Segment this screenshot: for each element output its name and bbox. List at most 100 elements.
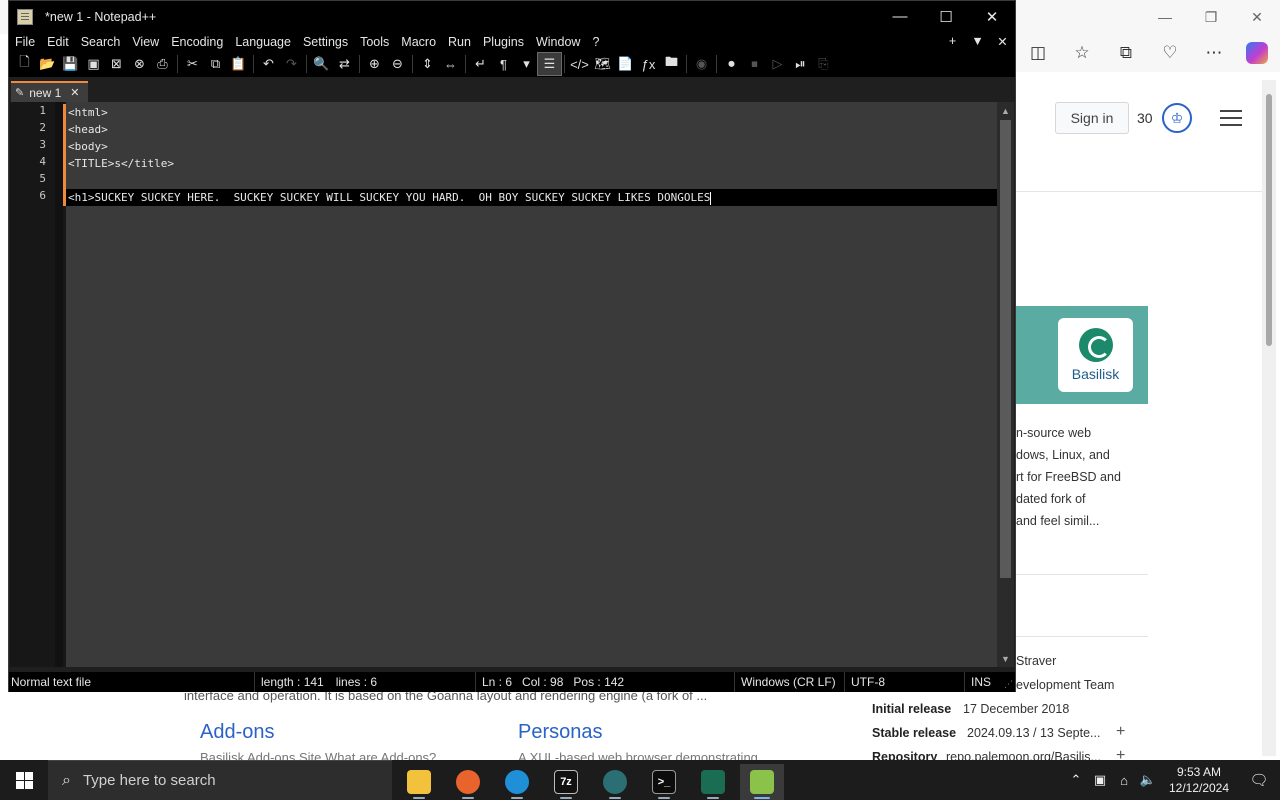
scrollbar-thumb[interactable]: [1266, 94, 1272, 346]
menu-settings[interactable]: Settings: [297, 35, 354, 49]
volume-icon[interactable]: 🔈: [1136, 772, 1160, 788]
paste-icon[interactable]: 📋: [227, 53, 250, 75]
browser-scrollbar[interactable]: [1262, 80, 1276, 756]
tray-app-icon[interactable]: ▣: [1088, 772, 1112, 788]
current-line[interactable]: <h1>SUCKEY SUCKEY HERE. SUCKEY SUCKEY WI…: [66, 189, 998, 206]
word-wrap-icon[interactable]: ↵: [469, 53, 492, 75]
stop-macro-icon[interactable]: ⏹: [743, 53, 766, 75]
chevron-up-icon[interactable]: ⌃: [1064, 772, 1088, 788]
vertical-scrollbar[interactable]: ▲ ▼: [997, 102, 1014, 667]
new-tab-plus-icon[interactable]: +: [940, 34, 965, 49]
command-prompt-icon[interactable]: >_: [642, 764, 686, 800]
notepad-plus-plus-taskbar-icon[interactable]: [740, 764, 784, 800]
close-all-icon[interactable]: ⊗: [128, 53, 151, 75]
new-file-icon[interactable]: 🗋: [13, 53, 36, 75]
tab-list-dropdown-icon[interactable]: ▼: [965, 34, 990, 49]
menu-language[interactable]: Language: [229, 35, 297, 49]
monitoring-icon[interactable]: ◉: [690, 53, 713, 75]
record-macro-icon[interactable]: ⏺: [720, 53, 743, 75]
menu-window[interactable]: Window: [530, 35, 586, 49]
menu-macro[interactable]: Macro: [395, 35, 442, 49]
taskbar-search[interactable]: ⌕ Type here to search: [48, 760, 392, 800]
close-icon[interactable]: ✕: [1234, 0, 1280, 34]
trophy-icon[interactable]: ♔: [1162, 103, 1192, 133]
code-line[interactable]: [66, 172, 998, 189]
fold-margin[interactable]: [55, 102, 63, 667]
personas-heading[interactable]: Personas: [518, 721, 603, 744]
status-encoding[interactable]: UTF-8: [844, 672, 964, 692]
browser-essentials-icon[interactable]: ♡: [1148, 34, 1192, 72]
print-icon[interactable]: ⎙: [151, 53, 174, 75]
menu-file[interactable]: File: [9, 35, 41, 49]
maximize-icon[interactable]: ☐: [923, 1, 969, 32]
hamburger-menu-icon[interactable]: [1220, 110, 1242, 131]
show-all-chars-icon[interactable]: ¶: [492, 53, 515, 75]
tab-new-1[interactable]: ✎ new 1 ✕: [11, 81, 88, 102]
firefox-icon[interactable]: [446, 764, 490, 800]
code-line[interactable]: <html>: [66, 104, 998, 121]
zoom-in-icon[interactable]: ⊕: [363, 53, 386, 75]
close-doc-icon[interactable]: ✕: [990, 34, 1015, 49]
close-file-icon[interactable]: ⊠: [105, 53, 128, 75]
code-line[interactable]: <body>: [66, 138, 998, 155]
close-tab-icon[interactable]: ✕: [70, 86, 79, 99]
sign-in-button[interactable]: Sign in: [1055, 102, 1129, 134]
save-icon[interactable]: 💾: [59, 53, 82, 75]
udl-icon[interactable]: </>: [568, 53, 591, 75]
split-screen-icon[interactable]: ◫: [1016, 34, 1060, 72]
network-icon[interactable]: ⌂: [1112, 773, 1136, 788]
save-macro-icon[interactable]: ⎘: [812, 53, 835, 75]
menu-view[interactable]: View: [126, 35, 165, 49]
code-line[interactable]: <head>: [66, 121, 998, 138]
undo-icon[interactable]: ↶: [257, 53, 280, 75]
run-macro-multiple-icon[interactable]: ⏯: [789, 53, 812, 75]
open-file-icon[interactable]: 📂: [36, 53, 59, 75]
favorites-star-icon[interactable]: ☆: [1060, 34, 1104, 72]
play-macro-icon[interactable]: ▷: [766, 53, 789, 75]
redo-icon[interactable]: ↷: [280, 53, 303, 75]
edge-icon[interactable]: [495, 764, 539, 800]
sync-vertical-icon[interactable]: ⇕: [416, 53, 439, 75]
start-button[interactable]: [0, 760, 48, 800]
file-explorer-icon[interactable]: [397, 764, 441, 800]
collections-icon[interactable]: ⧉: [1104, 34, 1148, 72]
folder-workspace-icon[interactable]: 🖿: [660, 53, 683, 75]
restore-icon[interactable]: ❐: [1188, 0, 1234, 34]
editor[interactable]: 1 2 3 4 5 6 <html> <head> <body> <TITLE>…: [10, 102, 1014, 667]
close-icon[interactable]: ✕: [969, 1, 1015, 32]
find-icon[interactable]: 🔍: [310, 53, 333, 75]
indent-guide-dropdown-icon[interactable]: ▾: [515, 53, 538, 75]
scrollbar-thumb[interactable]: [1000, 120, 1011, 578]
menu-encoding[interactable]: Encoding: [165, 35, 229, 49]
minimize-icon[interactable]: —: [877, 1, 923, 32]
expand-plus-icon[interactable]: +: [1116, 723, 1125, 741]
sync-horizontal-icon[interactable]: ⇔: [439, 53, 462, 75]
scroll-up-icon[interactable]: ▲: [997, 102, 1014, 119]
menu-tools[interactable]: Tools: [354, 35, 395, 49]
status-eol[interactable]: Windows (CR LF): [734, 672, 844, 692]
doc-list-icon[interactable]: 📄: [614, 53, 637, 75]
code-line[interactable]: <TITLE>s</title>: [66, 155, 998, 172]
copilot-icon[interactable]: [1246, 42, 1268, 64]
indent-guide-icon[interactable]: ☰: [537, 52, 562, 76]
notification-icon[interactable]: 🗨: [1238, 771, 1280, 789]
save-all-icon[interactable]: ▣: [82, 53, 105, 75]
npp-titlebar[interactable]: *new 1 - Notepad++ — ☐ ✕: [9, 1, 1015, 32]
terminal-app-icon[interactable]: [593, 764, 637, 800]
clock[interactable]: 9:53 AM 12/12/2024: [1160, 764, 1238, 796]
menu-plugins[interactable]: Plugins: [477, 35, 530, 49]
resize-grip-icon[interactable]: ⋰: [1004, 679, 1013, 690]
zoom-out-icon[interactable]: ⊖: [386, 53, 409, 75]
wireshark-icon[interactable]: [691, 764, 735, 800]
menu-run[interactable]: Run: [442, 35, 477, 49]
copy-icon[interactable]: ⧉: [204, 53, 227, 75]
addons-heading[interactable]: Add-ons: [200, 721, 275, 744]
scroll-down-icon[interactable]: ▼: [997, 650, 1014, 667]
status-insert-mode[interactable]: INS: [964, 672, 1004, 692]
7zip-icon[interactable]: 7z: [544, 764, 588, 800]
minimize-icon[interactable]: —: [1142, 0, 1188, 34]
menu-edit[interactable]: Edit: [41, 35, 75, 49]
replace-icon[interactable]: ⇄: [333, 53, 356, 75]
function-list-icon[interactable]: ƒx: [637, 53, 660, 75]
stable-release-value[interactable]: 2024.09.13 / 13 Septe...: [967, 726, 1100, 740]
